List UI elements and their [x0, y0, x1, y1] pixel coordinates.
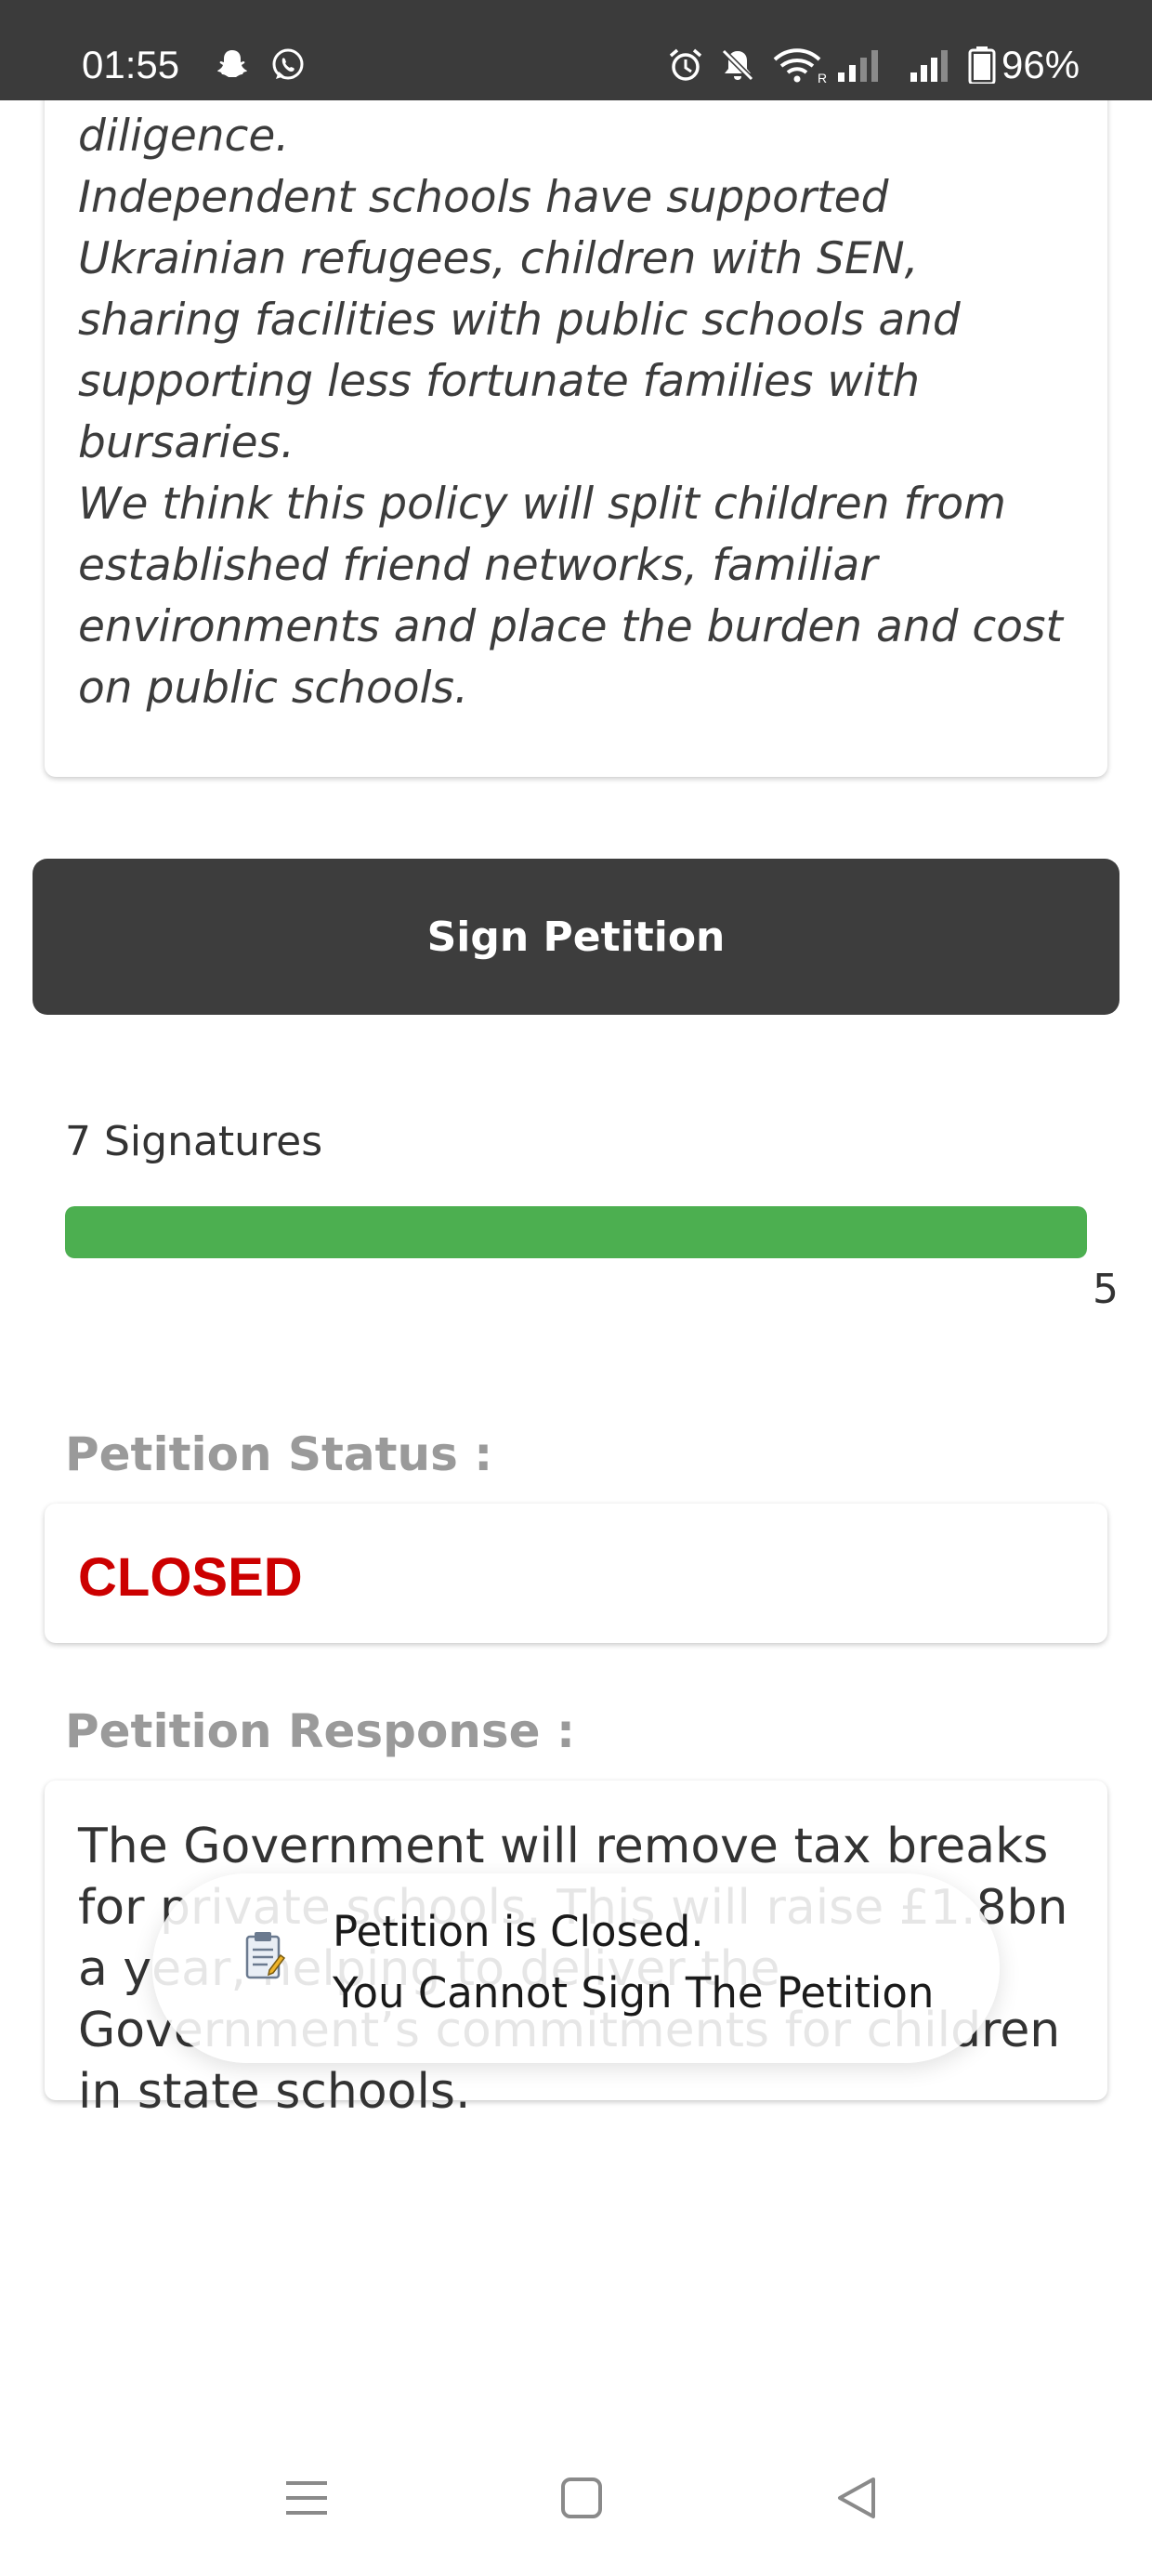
notepad-icon	[245, 1932, 286, 1979]
toast-line-2: You Cannot Sign The Petition	[333, 1968, 935, 2017]
signal-icon	[838, 50, 878, 82]
signal-icon	[910, 50, 948, 82]
whatsapp-icon	[272, 48, 304, 80]
menu-icon[interactable]	[281, 2472, 333, 2524]
wifi-icon: R	[773, 48, 827, 84]
description-paragraph: We think this policy will split children…	[78, 479, 1063, 714]
battery-icon	[968, 46, 996, 84]
petition-description-card: of independent schools and do better due…	[45, 56, 1107, 777]
petition-status-label: Petition Status :	[65, 1427, 493, 1481]
home-icon[interactable]	[556, 2472, 608, 2524]
toast-line-1: Petition is Closed.	[333, 1907, 704, 1956]
signature-goal: 5	[1093, 1266, 1119, 1313]
battery-percent: 96%	[1001, 43, 1080, 86]
description-paragraph: Independent schools have supported Ukrai…	[78, 172, 961, 468]
screen: 01:55 R 96% diligence. Independent schoo…	[0, 0, 1152, 2576]
petition-status-value: CLOSED	[78, 1547, 303, 1608]
alarm-icon	[669, 48, 702, 81]
snapchat-icon	[217, 50, 247, 77]
status-bar: 01:55 R 96%	[0, 0, 1152, 100]
svg-text:R: R	[818, 71, 827, 84]
petition-status-card: CLOSED	[45, 1504, 1107, 1643]
petition-description: of independent schools and do better due…	[78, 56, 1091, 719]
back-icon[interactable]	[831, 2472, 883, 2524]
status-time: 01:55	[82, 43, 180, 86]
petition-response-label: Petition Response :	[65, 1704, 575, 1758]
signature-progress-fill	[65, 1206, 1087, 1258]
sign-petition-button[interactable]: Sign Petition	[33, 859, 1119, 1015]
mute-icon	[720, 47, 755, 83]
toast-message: Petition is Closed. You Cannot Sign The …	[152, 1873, 1000, 2063]
signature-progress-bar	[65, 1206, 1087, 1258]
signature-count: 7 Signatures	[65, 1118, 323, 1165]
